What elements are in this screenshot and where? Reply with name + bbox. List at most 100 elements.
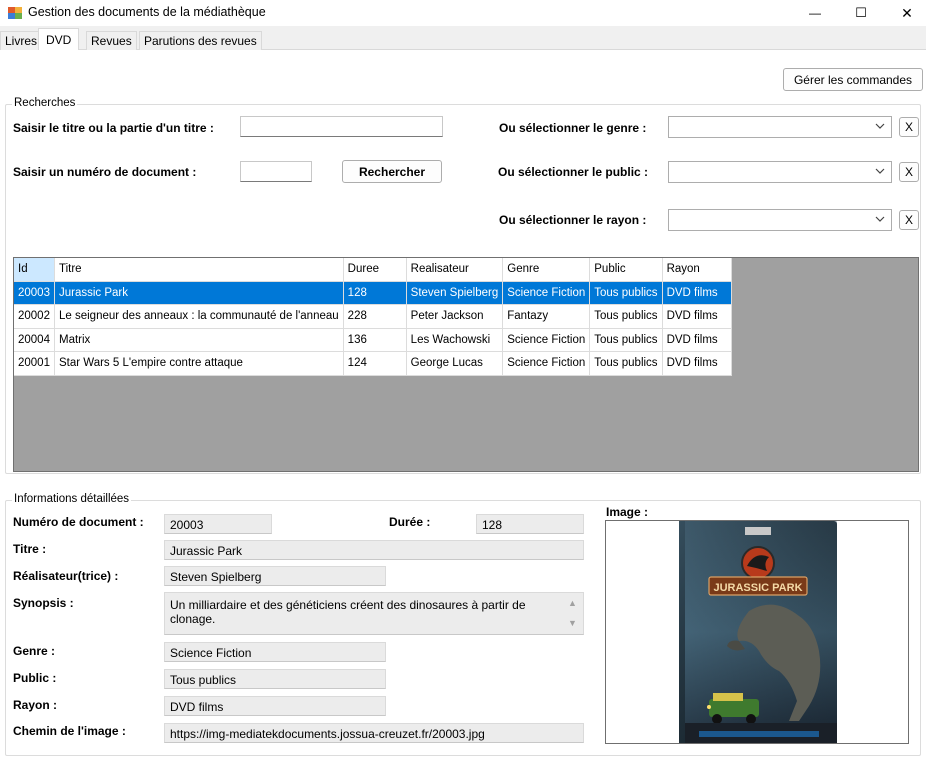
column-header-titre[interactable]: Titre (54, 258, 344, 282)
duration-field: 128 (476, 514, 584, 534)
image-path-label: Chemin de l'image : (13, 724, 126, 738)
image-path-field: https://img-mediatekdocuments.jossua-cre… (164, 723, 584, 743)
cell-public[interactable]: Tous publics (589, 351, 663, 376)
cell-id[interactable]: 20003 (14, 281, 55, 305)
synopsis-label: Synopsis : (13, 596, 74, 610)
cell-duree[interactable]: 136 (343, 328, 407, 352)
column-header-rayon[interactable]: Rayon (662, 258, 732, 282)
chevron-down-icon (874, 120, 886, 135)
rayon-select[interactable] (668, 209, 892, 231)
table-row[interactable]: 20003 Jurassic Park 128 Steven Spielberg… (14, 281, 732, 305)
column-header-id[interactable]: Id (14, 258, 55, 282)
table-row[interactable]: 20004 Matrix 136 Les Wachowski Science F… (14, 328, 732, 352)
cell-genre[interactable]: Fantazy (502, 304, 591, 329)
clear-public-button[interactable]: X (899, 162, 919, 182)
synopsis-text: Un milliardaire et des généticiens créen… (170, 598, 526, 626)
number-search-label: Saisir un numéro de document : (13, 165, 197, 179)
clear-icon: X (904, 120, 913, 134)
rayon-select-label: Ou sélectionner le rayon : (499, 213, 647, 227)
genre-select-label: Ou sélectionner le genre : (499, 121, 647, 135)
cell-realisateur[interactable]: George Lucas (406, 351, 504, 376)
clear-genre-button[interactable]: X (899, 117, 919, 137)
table-row[interactable]: 20001 Star Wars 5 L'empire contre attaqu… (14, 351, 732, 376)
cell-duree[interactable]: 128 (343, 281, 407, 305)
minimize-icon: — (809, 6, 821, 20)
dvd-table: Id Titre Duree Realisateur Genre Public … (14, 258, 732, 376)
cell-rayon[interactable]: DVD films (662, 328, 732, 352)
cell-id[interactable]: 20002 (14, 304, 55, 329)
title-search-label: Saisir le titre ou la partie d'un titre … (13, 121, 214, 135)
cell-rayon[interactable]: DVD films (662, 304, 732, 329)
cell-titre[interactable]: Matrix (54, 328, 344, 352)
number-search-input[interactable] (240, 161, 312, 182)
cell-genre[interactable]: Science Fiction (502, 328, 591, 352)
cell-realisateur[interactable]: Peter Jackson (406, 304, 504, 329)
cell-genre[interactable]: Science Fiction (502, 281, 591, 305)
cell-public[interactable]: Tous publics (589, 304, 663, 329)
app-icon (8, 7, 22, 19)
scroll-down-icon[interactable]: ▼ (568, 618, 577, 628)
image-label: Image : (606, 505, 649, 519)
synopsis-field[interactable]: Un milliardaire et des généticiens créen… (164, 592, 584, 635)
cell-titre[interactable]: Star Wars 5 L'empire contre attaque (54, 351, 344, 376)
clear-icon: X (904, 213, 913, 227)
cell-genre[interactable]: Science Fiction (502, 351, 591, 376)
dvd-cover-image: JURASSIC PARK (679, 521, 837, 743)
director-field: Steven Spielberg (164, 566, 386, 586)
clear-rayon-button[interactable]: X (899, 210, 919, 230)
manage-orders-button[interactable]: Gérer les commandes (783, 68, 923, 91)
genre-label: Genre : (13, 644, 56, 658)
window-title: Gestion des documents de la médiathèque (28, 5, 266, 19)
column-header-public[interactable]: Public (589, 258, 663, 282)
genre-select[interactable] (668, 116, 892, 138)
public-label: Public : (13, 671, 57, 685)
scroll-up-icon[interactable]: ▲ (568, 598, 577, 608)
doc-number-label: Numéro de document : (13, 515, 144, 529)
clear-icon: X (904, 165, 913, 179)
close-button[interactable]: ✕ (884, 0, 926, 26)
table-row[interactable]: 20002 Le seigneur des anneaux : la commu… (14, 304, 732, 329)
duration-label: Durée : (389, 515, 431, 529)
minimize-button[interactable]: — (792, 0, 838, 26)
tab-livres[interactable]: Livres (0, 31, 43, 50)
title-bar: Gestion des documents de la médiathèque … (0, 0, 926, 26)
public-select-label: Ou sélectionner le public : (498, 165, 649, 179)
genre-field: Science Fiction (164, 642, 386, 662)
cell-rayon[interactable]: DVD films (662, 351, 732, 376)
cell-titre[interactable]: Jurassic Park (54, 281, 344, 305)
search-button[interactable]: Rechercher (342, 160, 442, 183)
cell-rayon[interactable]: DVD films (662, 281, 732, 305)
maximize-icon: ☐ (855, 5, 867, 20)
cell-public[interactable]: Tous publics (589, 281, 663, 305)
doc-number-field: 20003 (164, 514, 272, 534)
title-label: Titre : (13, 542, 47, 556)
cell-titre[interactable]: Le seigneur des anneaux : la communauté … (54, 304, 344, 329)
director-label: Réalisateur(trice) : (13, 569, 119, 583)
cell-id[interactable]: 20004 (14, 328, 55, 352)
maximize-button[interactable]: ☐ (838, 0, 884, 26)
poster-logo-text: JURASSIC PARK (713, 582, 802, 594)
cell-realisateur[interactable]: Les Wachowski (406, 328, 504, 352)
search-group-title: Recherches (12, 97, 78, 109)
column-header-genre[interactable]: Genre (502, 258, 591, 282)
dvd-cover-image-frame: JURASSIC PARK (605, 520, 909, 744)
cell-realisateur[interactable]: Steven Spielberg (406, 281, 504, 305)
cell-public[interactable]: Tous publics (589, 328, 663, 352)
chevron-down-icon (874, 165, 886, 180)
table-header-row: Id Titre Duree Realisateur Genre Public … (14, 258, 732, 282)
cell-id[interactable]: 20001 (14, 351, 55, 376)
column-header-duree[interactable]: Duree (343, 258, 407, 282)
title-search-input[interactable] (240, 116, 443, 137)
dvd-data-grid[interactable]: Id Titre Duree Realisateur Genre Public … (13, 257, 919, 472)
title-field: Jurassic Park (164, 540, 584, 560)
column-header-realisateur[interactable]: Realisateur (406, 258, 504, 282)
public-select[interactable] (668, 161, 892, 183)
cell-duree[interactable]: 228 (343, 304, 407, 329)
cell-duree[interactable]: 124 (343, 351, 407, 376)
chevron-down-icon (874, 213, 886, 228)
tab-dvd[interactable]: DVD (38, 28, 80, 50)
rayon-field: DVD films (164, 696, 386, 716)
tab-parutions[interactable]: Parutions des revues (139, 31, 262, 50)
tab-revues[interactable]: Revues (86, 31, 137, 50)
rayon-label: Rayon : (13, 698, 58, 712)
